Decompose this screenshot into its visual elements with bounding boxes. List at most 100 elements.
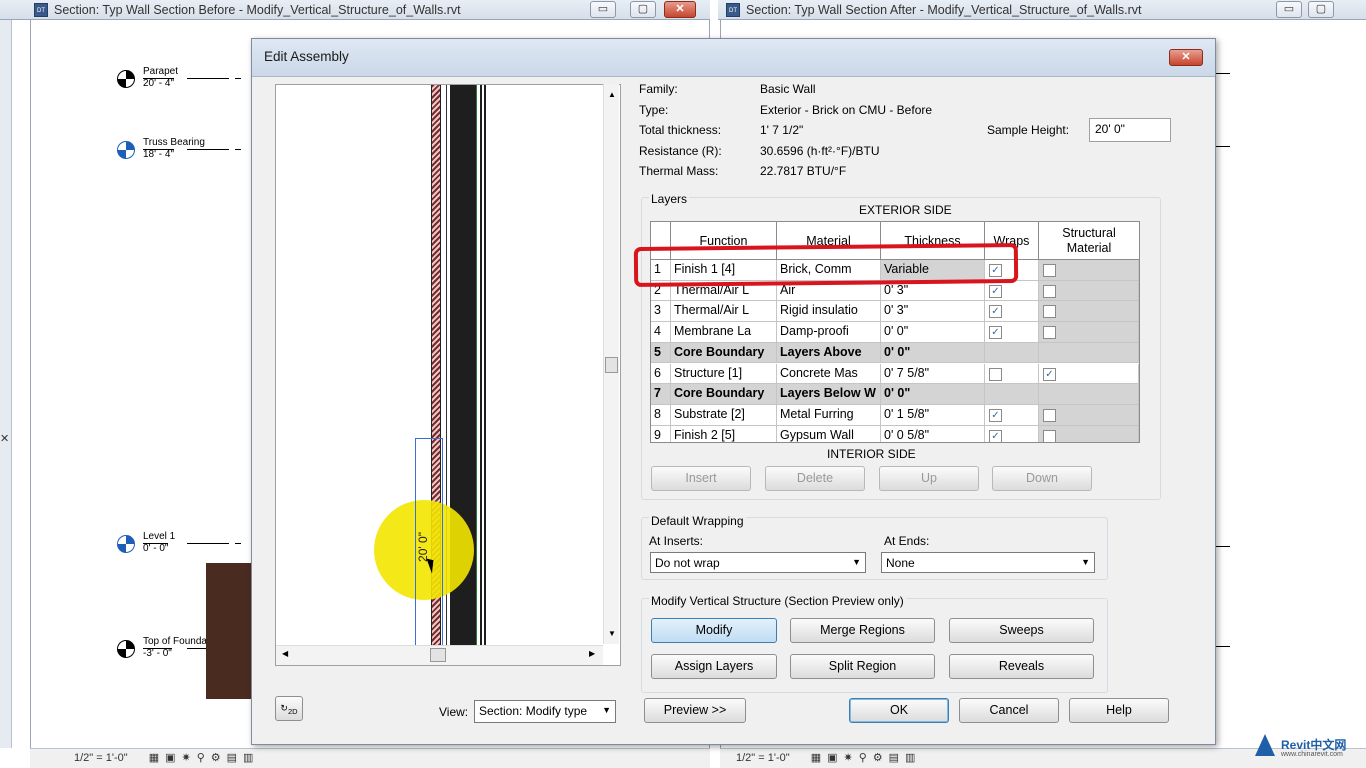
view-scale[interactable]: 1/2" = 1'-0"	[736, 752, 790, 764]
material-cell[interactable]: Damp-proofi	[777, 322, 881, 343]
dialog-close-button[interactable]: ✕	[1169, 49, 1203, 66]
wraps-checkbox[interactable]: ✓	[989, 326, 1002, 340]
split-region-button[interactable]: Split Region	[790, 654, 935, 679]
minimize-button[interactable]: ▭	[1276, 1, 1302, 18]
table-row[interactable]: 4 Membrane La Damp-proofi 0' 0" ✓	[651, 322, 1139, 343]
structural-checkbox[interactable]	[1043, 429, 1056, 442]
function-cell[interactable]: Substrate [2]	[671, 404, 777, 426]
right-view-titlebar[interactable]: DT Section: Typ Wall Section After - Mod…	[718, 0, 1366, 20]
structural-material-cell[interactable]	[1039, 384, 1139, 405]
function-cell[interactable]: Membrane La	[671, 322, 777, 343]
structural-material-cell[interactable]: ✓	[1039, 363, 1139, 385]
wraps-cell[interactable]	[985, 363, 1039, 385]
merge-regions-button[interactable]: Merge Regions	[790, 618, 935, 643]
structural-checkbox[interactable]	[1043, 305, 1056, 319]
sweeps-button[interactable]: Sweeps	[949, 618, 1094, 643]
structural-checkbox[interactable]	[1043, 408, 1056, 422]
thickness-cell[interactable]: 0' 0"	[881, 384, 985, 405]
at-inserts-dropdown[interactable]: Do not wrap ▼	[650, 552, 866, 573]
wraps-checkbox[interactable]: ✓	[989, 429, 1002, 442]
material-cell[interactable]: Layers Above	[777, 342, 881, 364]
wraps-cell[interactable]	[985, 384, 1039, 405]
structural-material-cell[interactable]	[1039, 280, 1139, 302]
thickness-cell[interactable]: 0' 3"	[881, 301, 985, 323]
scroll-left-icon[interactable]: ◀	[282, 649, 288, 658]
material-cell[interactable]: Rigid insulatio	[777, 301, 881, 323]
table-row[interactable]: 5 Core Boundary Layers Above 0' 0"	[651, 342, 1139, 364]
ok-button[interactable]: OK	[849, 698, 949, 723]
scroll-right-icon[interactable]: ▶	[589, 649, 595, 658]
table-vertical-scrollbar[interactable]: ▲ ▼	[1139, 222, 1140, 443]
help-button[interactable]: Help	[1069, 698, 1169, 723]
structural-checkbox[interactable]	[1043, 326, 1056, 340]
wraps-checkbox[interactable]	[989, 367, 1002, 381]
wraps-cell[interactable]	[985, 342, 1039, 364]
preview-button[interactable]: Preview >>	[644, 698, 746, 723]
view-control-icons[interactable]: ▦▣✷⚲⚙▤▥	[811, 752, 922, 764]
modify-button[interactable]: Modify	[651, 618, 777, 643]
insert-button[interactable]: Insert	[651, 466, 751, 491]
wraps-cell[interactable]: ✓	[985, 280, 1039, 302]
view-scale[interactable]: 1/2" = 1'-0"	[74, 752, 128, 764]
sample-height-input[interactable]: 20' 0"	[1089, 118, 1171, 142]
wraps-cell[interactable]: ✓	[985, 301, 1039, 323]
wraps-cell[interactable]: ✓	[985, 425, 1039, 442]
scroll-thumb[interactable]	[605, 357, 618, 373]
preview-2d-toggle[interactable]: ↻2D	[275, 696, 303, 721]
scroll-down-icon[interactable]: ▼	[608, 629, 616, 638]
function-cell[interactable]: Structure [1]	[671, 363, 777, 385]
maximize-button[interactable]: ▢	[630, 1, 656, 18]
preview-horizontal-scrollbar[interactable]: ◀ ▶	[276, 645, 603, 665]
table-row[interactable]: 9 Finish 2 [5] Gypsum Wall 0' 0 5/8" ✓	[651, 425, 1139, 442]
up-button[interactable]: Up	[879, 466, 979, 491]
function-cell[interactable]: Thermal/Air L	[671, 301, 777, 323]
left-view-titlebar[interactable]: DT Section: Typ Wall Section Before - Mo…	[0, 0, 710, 20]
wraps-cell[interactable]: ✓	[985, 404, 1039, 426]
thickness-cell[interactable]: 0' 0 5/8"	[881, 425, 985, 442]
assign-layers-button[interactable]: Assign Layers	[651, 654, 777, 679]
scroll-up-icon[interactable]: ▲	[608, 90, 616, 99]
thickness-cell[interactable]: 0' 1 5/8"	[881, 404, 985, 426]
material-cell[interactable]: Gypsum Wall	[777, 425, 881, 442]
section-preview[interactable]: 20' 0"	[275, 84, 621, 666]
close-button[interactable]: ✕	[664, 1, 696, 18]
structural-material-cell[interactable]	[1039, 425, 1139, 442]
wraps-checkbox[interactable]: ✓	[989, 408, 1002, 422]
function-cell[interactable]: Core Boundary	[671, 342, 777, 364]
material-cell[interactable]: Concrete Mas	[777, 363, 881, 385]
at-ends-dropdown[interactable]: None ▼	[881, 552, 1095, 573]
structural-checkbox[interactable]	[1043, 264, 1056, 277]
delete-button[interactable]: Delete	[765, 466, 865, 491]
structural-checkbox[interactable]	[1043, 284, 1056, 298]
close-icon[interactable]: ✕	[0, 432, 12, 448]
dialog-title[interactable]: Edit Assembly	[252, 39, 1215, 77]
table-row[interactable]: 6 Structure [1] Concrete Mas 0' 7 5/8" ✓	[651, 363, 1139, 385]
table-row[interactable]: 7 Core Boundary Layers Below W 0' 0"	[651, 384, 1139, 405]
view-control-icons[interactable]: ▦▣✷⚲⚙▤▥	[149, 752, 260, 764]
maximize-button[interactable]: ▢	[1308, 1, 1334, 18]
material-cell[interactable]: Layers Below W	[777, 384, 881, 405]
structural-material-cell[interactable]	[1039, 260, 1139, 281]
wraps-checkbox[interactable]: ✓	[989, 284, 1002, 298]
structural-material-cell[interactable]	[1039, 342, 1139, 364]
scroll-thumb[interactable]	[430, 648, 446, 662]
thickness-cell[interactable]: 0' 0"	[881, 342, 985, 364]
structural-material-cell[interactable]	[1039, 301, 1139, 323]
table-row[interactable]: 8 Substrate [2] Metal Furring 0' 1 5/8" ✓	[651, 404, 1139, 426]
wraps-checkbox[interactable]: ✓	[989, 305, 1002, 319]
reveals-button[interactable]: Reveals	[949, 654, 1094, 679]
structural-material-cell[interactable]	[1039, 322, 1139, 343]
structural-material-column-header[interactable]: Structural Material	[1039, 222, 1139, 260]
thickness-cell[interactable]: 0' 7 5/8"	[881, 363, 985, 385]
minimize-button[interactable]: ▭	[590, 1, 616, 18]
material-cell[interactable]: Metal Furring	[777, 404, 881, 426]
function-cell[interactable]: Core Boundary	[671, 384, 777, 405]
down-button[interactable]: Down	[992, 466, 1092, 491]
structural-checkbox[interactable]: ✓	[1043, 367, 1056, 381]
structural-material-cell[interactable]	[1039, 404, 1139, 426]
preview-vertical-scrollbar[interactable]: ▲ ▼	[603, 84, 619, 644]
wraps-cell[interactable]: ✓	[985, 322, 1039, 343]
table-row[interactable]: 3 Thermal/Air L Rigid insulatio 0' 3" ✓	[651, 301, 1139, 323]
thickness-cell[interactable]: 0' 0"	[881, 322, 985, 343]
cancel-button[interactable]: Cancel	[959, 698, 1059, 723]
